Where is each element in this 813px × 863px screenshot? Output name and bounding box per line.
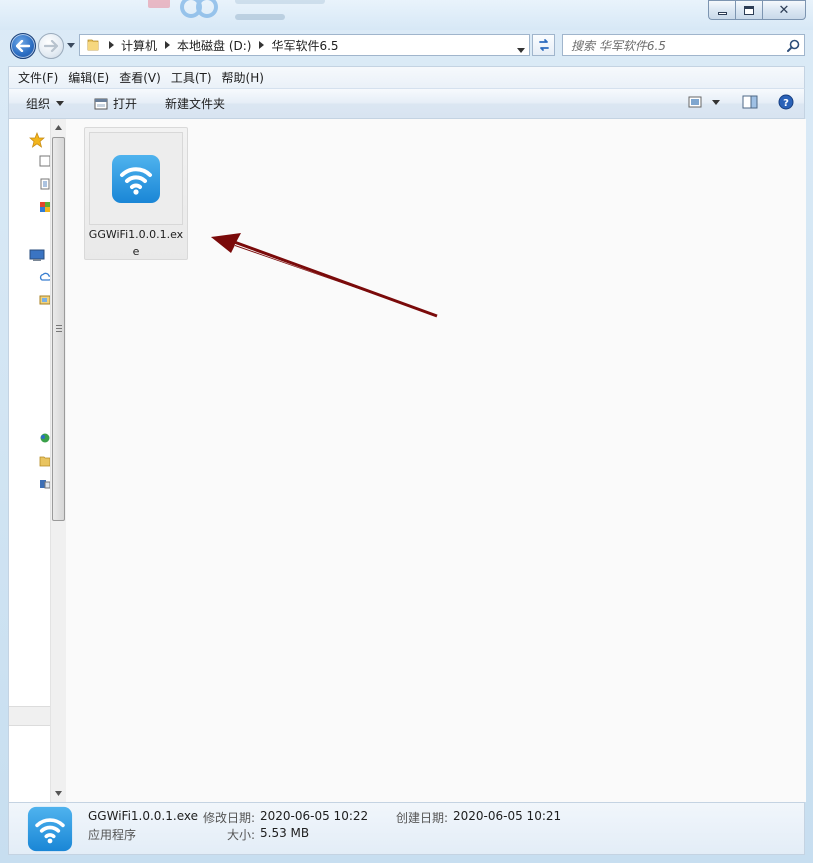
wifi-app-icon [27, 806, 73, 852]
command-bar: 组织 打开 新建文件夹 ? [8, 88, 805, 119]
search-input[interactable]: 搜索 华军软件6.5 [562, 34, 805, 56]
help-icon: ? [778, 94, 794, 110]
details-file-name: GGWiFi1.0.0.1.exe [88, 809, 198, 823]
details-created-label: 创建日期: [396, 811, 449, 825]
chevron-right-icon [258, 41, 264, 49]
folder-icon [82, 38, 104, 52]
close-button[interactable]: ✕ [762, 0, 806, 20]
chevron-right-icon [164, 41, 170, 49]
caption-buttons: ✕ [708, 0, 806, 21]
details-created-value: 2020-06-05 10:21 [453, 809, 562, 823]
scrollbar-grip [56, 325, 62, 332]
file-item[interactable]: GGWiFi1.0.0.1.exe [84, 127, 188, 260]
view-icon [688, 96, 702, 108]
navigation-pane-scrollbar[interactable] [50, 119, 66, 802]
chevron-down-icon [56, 101, 65, 106]
recent-pages-dropdown[interactable] [66, 40, 76, 50]
breadcrumb-local-disk[interactable]: 本地磁盘 (D:) [174, 37, 254, 54]
minimize-icon [717, 11, 727, 15]
view-options-dropdown[interactable] [712, 99, 720, 105]
close-icon: ✕ [778, 2, 790, 18]
menu-tools[interactable]: 工具(T) [166, 69, 217, 86]
view-controls: ? [688, 94, 794, 110]
application-window-icon [94, 98, 108, 109]
forward-button[interactable] [38, 33, 64, 59]
preview-pane-button[interactable] [742, 95, 758, 109]
computer-icon[interactable] [29, 249, 45, 261]
change-view-button[interactable] [688, 96, 702, 108]
chevron-down-icon [67, 42, 75, 48]
organize-button[interactable]: 组织 [26, 95, 65, 112]
chevron-down-icon [517, 48, 525, 53]
details-pane: GGWiFi1.0.0.1.exe 应用程序 修改日期: 2020-06-05 … [8, 802, 805, 855]
chevron-down-icon [712, 99, 720, 105]
wifi-app-icon [112, 154, 160, 203]
menu-view[interactable]: 查看(V) [114, 69, 166, 86]
open-label: 打开 [113, 97, 138, 111]
back-button[interactable] [10, 33, 36, 59]
new-folder-button[interactable]: 新建文件夹 [165, 95, 225, 112]
navigation-pane [9, 119, 66, 802]
details-size-label: 大小: [227, 828, 256, 842]
new-folder-label: 新建文件夹 [165, 97, 226, 111]
refresh-button[interactable] [532, 34, 555, 56]
menu-file[interactable]: 文件(F) [13, 69, 63, 86]
menu-edit[interactable]: 编辑(E) [63, 69, 114, 86]
file-list-area[interactable]: GGWiFi1.0.0.1.exe [66, 119, 806, 802]
scroll-down-arrow-icon[interactable] [55, 791, 62, 796]
search-icon[interactable] [782, 39, 804, 52]
address-dropdown[interactable] [517, 42, 525, 56]
file-name-label: GGWiFi1.0.0.1.exe [88, 228, 184, 258]
help-button[interactable]: ? [778, 94, 794, 110]
maximize-icon [744, 5, 754, 15]
svg-text:?: ? [783, 98, 789, 109]
file-thumbnail [89, 132, 183, 225]
breadcrumb-separator[interactable] [254, 41, 268, 49]
title-bar-blurred-content [140, 0, 340, 20]
forward-arrow-icon [44, 40, 58, 52]
breadcrumb-separator[interactable] [160, 41, 174, 49]
scrollbar-thumb[interactable] [52, 137, 65, 521]
open-button[interactable]: 打开 [94, 95, 137, 112]
details-size-value: 5.53 MB [260, 826, 310, 840]
back-arrow-icon [16, 40, 30, 52]
details-modified-label: 修改日期: [203, 811, 256, 825]
scroll-up-arrow-icon[interactable] [55, 125, 62, 130]
explorer-main: GGWiFi1.0.0.1.exe [8, 119, 806, 802]
chevron-right-icon [108, 41, 114, 49]
refresh-icon [538, 39, 549, 51]
details-modified-value: 2020-06-05 10:22 [260, 809, 369, 823]
favorites-star-icon[interactable] [29, 132, 45, 148]
breadcrumb-computer[interactable]: 计算机 [118, 37, 160, 54]
search-placeholder: 搜索 华军软件6.5 [571, 38, 666, 53]
navigation-pane-horizontal-scrollbar[interactable] [9, 706, 50, 726]
navigation-row: 计算机 本地磁盘 (D:) 华军软件6.5 搜索 华军软件6.5 [0, 30, 813, 62]
menu-help[interactable]: 帮助(H) [217, 69, 269, 86]
preview-pane-icon [742, 95, 758, 109]
menu-bar: 文件(F) 编辑(E) 查看(V) 工具(T) 帮助(H) [8, 66, 805, 88]
minimize-button[interactable] [708, 0, 735, 20]
breadcrumb-current-folder[interactable]: 华军软件6.5 [268, 37, 341, 54]
breadcrumb-separator[interactable] [104, 41, 118, 49]
title-bar: ✕ [0, 0, 813, 30]
maximize-button[interactable] [735, 0, 762, 20]
address-bar[interactable]: 计算机 本地磁盘 (D:) 华军软件6.5 [79, 34, 530, 56]
details-file-type: 应用程序 [88, 828, 137, 842]
organize-label: 组织 [26, 97, 51, 111]
